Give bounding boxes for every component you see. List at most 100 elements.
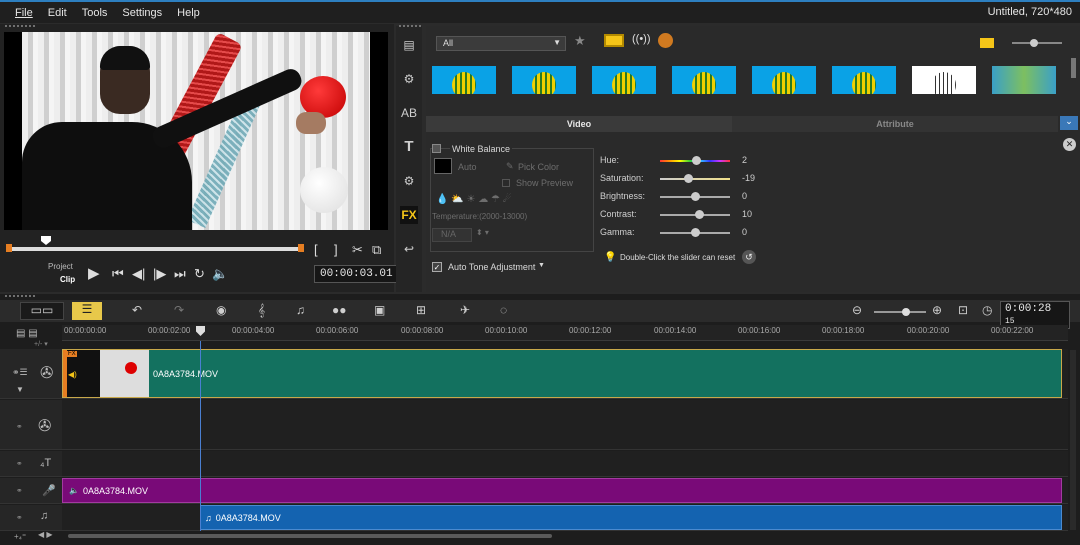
menu-edit[interactable]: Edit bbox=[48, 7, 67, 19]
timeline-view-icon[interactable]: ☰ bbox=[72, 302, 102, 320]
volume-icon[interactable]: 🔈 bbox=[212, 266, 228, 282]
video-clip[interactable]: FX ◀) 0A8A3784.MOV bbox=[62, 349, 1062, 398]
trim-marker-end[interactable] bbox=[298, 244, 304, 252]
reset-icon[interactable]: ↺ bbox=[742, 250, 756, 264]
menu-file[interactable]: File bbox=[15, 7, 33, 19]
microphone-icon[interactable]: 🎤 bbox=[42, 484, 56, 497]
overlay-reel-icon[interactable]: ✇ bbox=[38, 416, 51, 436]
timeline-scrollbar[interactable] bbox=[68, 534, 552, 538]
track-lock-icon[interactable]: ⚭ bbox=[16, 486, 23, 495]
timeline-vscroll[interactable] bbox=[1070, 350, 1076, 530]
brightness-slider[interactable]: Brightness: 0 bbox=[600, 190, 760, 204]
prev-frame-icon[interactable]: ◀| bbox=[132, 266, 145, 282]
mark-out-icon[interactable]: ] bbox=[334, 242, 338, 257]
video-view-icon[interactable] bbox=[604, 34, 624, 47]
tab-video[interactable]: Video bbox=[426, 116, 732, 132]
time-remap-icon[interactable]: ✈ bbox=[460, 303, 470, 317]
subtitle-editor-icon[interactable]: ▣ bbox=[374, 303, 385, 317]
brightness-knob[interactable] bbox=[691, 192, 700, 201]
contrast-slider[interactable]: Contrast: 10 bbox=[600, 208, 760, 222]
music-track[interactable]: ♫ 0A8A3784.MOV bbox=[62, 505, 1068, 531]
menu-settings[interactable]: Settings bbox=[122, 7, 162, 19]
thumb-size-knob[interactable] bbox=[1030, 39, 1038, 47]
wb-auto-label[interactable]: Auto bbox=[458, 162, 477, 172]
music-clip[interactable]: ♫ 0A8A3784.MOV bbox=[200, 505, 1062, 530]
filter-thumb[interactable] bbox=[992, 66, 1056, 94]
hue-knob[interactable] bbox=[692, 156, 701, 165]
track-lock-icon[interactable]: ⚭ bbox=[16, 459, 23, 468]
motion-tracking-icon[interactable]: ●● bbox=[332, 303, 347, 317]
mode-clip[interactable]: Clip bbox=[60, 275, 75, 284]
scrubber-handle[interactable] bbox=[41, 236, 51, 245]
home-icon[interactable]: ⏮ bbox=[112, 266, 124, 282]
auto-music-icon[interactable]: ♫ bbox=[296, 303, 305, 317]
panel-grip[interactable] bbox=[4, 294, 36, 298]
enlarge-icon[interactable]: ⧉ bbox=[372, 242, 381, 258]
add-remove-chapter-icon[interactable]: +/- ▾ bbox=[34, 340, 48, 348]
next-frame-icon[interactable]: |▶ bbox=[153, 266, 166, 282]
add-star-icon[interactable]: ★ bbox=[574, 33, 586, 49]
auto-tone-checkbox[interactable]: ✓ bbox=[432, 262, 442, 272]
zoom-knob[interactable] bbox=[902, 308, 910, 316]
menu-help[interactable]: Help bbox=[177, 7, 200, 19]
clock-icon[interactable]: ◷ bbox=[982, 303, 992, 317]
title-track-icon[interactable]: ₄T bbox=[40, 457, 51, 469]
thumbnail-view-icon[interactable] bbox=[980, 38, 994, 48]
ripple-dropdown-icon[interactable]: ▼ bbox=[16, 385, 24, 394]
play-icon[interactable]: ▶ bbox=[88, 264, 100, 282]
instant-project-icon[interactable]: ⚙ bbox=[400, 70, 418, 88]
track-lock-icon[interactable]: ⚭ bbox=[16, 422, 23, 431]
voice-track[interactable]: 🔈 0A8A3784.MOV bbox=[62, 478, 1068, 504]
graphic-icon[interactable]: ⚙ bbox=[400, 172, 418, 190]
music-note-icon[interactable]: ♫ bbox=[40, 510, 48, 522]
wb-pick-color[interactable]: Pick Color bbox=[518, 162, 559, 172]
repeat-icon[interactable]: ↻ bbox=[194, 266, 205, 282]
filter-thumb[interactable] bbox=[592, 66, 656, 94]
mark-in-icon[interactable]: [ bbox=[314, 242, 318, 257]
end-icon[interactable]: ⏭ bbox=[174, 266, 186, 282]
photo-view-icon[interactable] bbox=[658, 33, 673, 48]
title-track[interactable] bbox=[62, 451, 1068, 477]
filter-thumb[interactable] bbox=[832, 66, 896, 94]
media-icon[interactable]: ▤ bbox=[400, 36, 418, 54]
hue-slider[interactable]: Hue: 2 bbox=[600, 154, 760, 168]
storyboard-view-icon[interactable]: ▭▭ bbox=[20, 302, 64, 320]
panel-grip[interactable] bbox=[4, 24, 36, 28]
title-icon[interactable]: T bbox=[400, 138, 418, 156]
collapse-options-icon[interactable]: ⌄ bbox=[1060, 116, 1078, 130]
undo-icon[interactable]: ↶ bbox=[132, 303, 142, 317]
zoom-out-icon[interactable]: ⊖ bbox=[852, 303, 862, 317]
panel-grip[interactable] bbox=[398, 24, 422, 28]
fit-project-icon[interactable]: ⊡ bbox=[958, 303, 968, 317]
saturation-slider[interactable]: Saturation: -19 bbox=[600, 172, 760, 186]
gamma-knob[interactable] bbox=[691, 228, 700, 237]
scroll-left-icon[interactable]: ◀ ▶ bbox=[38, 530, 53, 539]
voice-clip[interactable]: 🔈 0A8A3784.MOV bbox=[62, 478, 1062, 503]
playhead-marker[interactable] bbox=[196, 326, 205, 336]
track-manager-icon[interactable]: ▤ ▤ bbox=[16, 328, 38, 339]
trim-marker-start[interactable] bbox=[6, 244, 12, 252]
sound-mixer-icon[interactable]: 𝄞 bbox=[258, 303, 265, 318]
auto-tone-dropdown-icon[interactable]: ▼ bbox=[538, 262, 545, 269]
library-filter-dropdown[interactable]: All ▼ bbox=[436, 36, 566, 51]
wb-temp-stepper[interactable]: ⬍ ▾ bbox=[476, 228, 489, 237]
wb-preset-icons[interactable]: 💧 ⛅ ☀ ☁ ☂ ☄ bbox=[436, 194, 512, 205]
saturation-track[interactable] bbox=[660, 178, 730, 180]
track-lock-icon[interactable]: ⚭ bbox=[16, 513, 23, 522]
zoom-slider[interactable] bbox=[874, 308, 926, 316]
show-preview-checkbox[interactable] bbox=[502, 179, 510, 187]
white-balance-swatch[interactable] bbox=[434, 158, 452, 174]
filter-thumb[interactable] bbox=[432, 66, 496, 94]
fx-filter-icon[interactable]: FX bbox=[400, 206, 418, 224]
gamma-slider[interactable]: Gamma: 0 bbox=[600, 226, 760, 240]
path-icon[interactable]: ↩ bbox=[400, 240, 418, 258]
audio-view-icon[interactable]: ((•)) bbox=[632, 33, 651, 45]
close-icon[interactable]: ✕ bbox=[1063, 138, 1076, 151]
white-balance-checkbox[interactable] bbox=[432, 144, 441, 153]
filter-thumb[interactable] bbox=[672, 66, 736, 94]
transition-icon[interactable]: AB bbox=[400, 104, 418, 122]
record-capture-icon[interactable]: ◉ bbox=[216, 303, 226, 317]
overlay-track[interactable] bbox=[62, 400, 1068, 450]
wb-temperature-input[interactable]: N/A bbox=[432, 228, 472, 242]
filter-thumb[interactable] bbox=[912, 66, 976, 94]
